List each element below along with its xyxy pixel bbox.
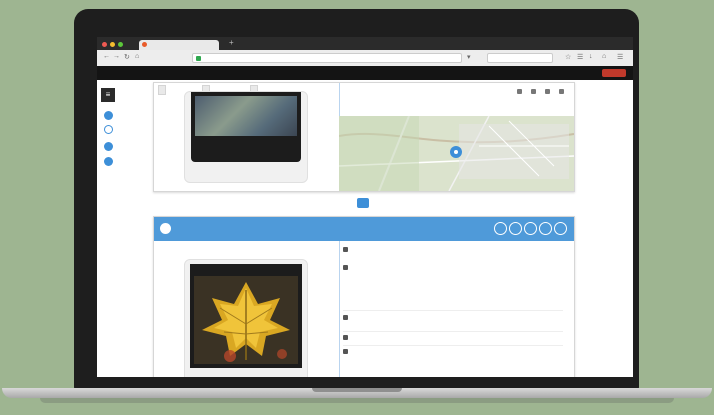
laptop-notch (312, 388, 402, 392)
tab-favicon-icon (142, 42, 147, 47)
app-header (97, 66, 633, 80)
details-icon (343, 265, 348, 271)
location-icon (343, 315, 348, 321)
card-divider (339, 241, 340, 377)
home-icon[interactable]: ⌂ (135, 53, 139, 60)
map-close-icon[interactable] (559, 89, 564, 94)
dropdown-icon[interactable]: ▾ (467, 53, 471, 61)
camera-icon (343, 247, 348, 253)
download-icon[interactable]: ↓ (589, 53, 593, 60)
laptop-screen: + ← → ↻ ⌂ ▾ ☆ ☰ ↓ ⌂ ☰ ≡ (97, 37, 633, 377)
leaf-photo[interactable] (190, 264, 302, 368)
detail-card (153, 216, 575, 377)
share-action-icon[interactable] (509, 222, 522, 235)
meta-row-4 (343, 335, 351, 341)
back-icon[interactable]: ← (103, 53, 110, 60)
browser-toolbar: ← → ↻ ⌂ ▾ ☆ ☰ ↓ ⌂ ☰ (97, 50, 633, 67)
download-action-icon[interactable] (539, 222, 552, 235)
home-page-icon[interactable]: ⌂ (602, 53, 606, 60)
street-photo[interactable] (195, 96, 297, 136)
photo-preview (184, 91, 308, 183)
forward-icon[interactable]: → (113, 53, 120, 60)
reading-list-icon[interactable]: ☰ (577, 53, 583, 61)
map-fullscreen-icon[interactable] (517, 89, 522, 94)
photo-viewer (191, 92, 301, 162)
tag-icon (343, 335, 348, 341)
window-controls (102, 42, 123, 47)
address-bar[interactable] (192, 53, 462, 63)
location-map[interactable] (339, 116, 574, 191)
meta-row-3 (343, 315, 351, 321)
minimize-window-icon[interactable] (110, 42, 115, 47)
lock-icon (196, 56, 201, 61)
meta-row-1 (343, 247, 351, 253)
close-window-icon[interactable] (102, 42, 107, 47)
laptop-shadow (40, 398, 674, 403)
toolbar-button-1[interactable] (158, 85, 166, 95)
header-action-button[interactable] (602, 69, 626, 77)
edit-action-icon[interactable] (494, 222, 507, 235)
meta-row-5 (343, 349, 351, 355)
expand-button[interactable] (357, 198, 369, 208)
leaf-photo-viewer (190, 264, 302, 368)
close-action-icon[interactable] (554, 222, 567, 235)
link-icon (343, 349, 348, 355)
new-tab-icon[interactable]: + (229, 38, 234, 47)
sidebar-share-icon[interactable] (104, 157, 113, 166)
browser-search-box[interactable] (487, 53, 553, 63)
map-layers-icon[interactable] (531, 89, 536, 94)
reload-icon[interactable]: ↻ (124, 53, 130, 61)
meta-separator (343, 345, 563, 346)
bookmark-icon[interactable]: ☆ (565, 53, 571, 61)
browser-menu-icon[interactable]: ☰ (617, 53, 623, 61)
detail-card-header (154, 217, 574, 241)
browser-tab-bar: + (97, 37, 633, 50)
map-share-icon[interactable] (545, 89, 550, 94)
info-action-icon[interactable] (524, 222, 537, 235)
sidebar-home-icon[interactable] (104, 111, 113, 120)
leaf-photo-preview (184, 259, 308, 377)
maximize-window-icon[interactable] (118, 42, 123, 47)
map-graphic (339, 116, 574, 191)
browser-tab[interactable] (139, 40, 219, 50)
meta-separator (343, 310, 563, 311)
sidebar-help-icon[interactable] (104, 142, 113, 151)
meta-separator (343, 331, 563, 332)
meta-row-2 (343, 265, 351, 271)
sidebar-edit-icon[interactable] (104, 125, 113, 134)
sidebar-toggle-button[interactable]: ≡ (101, 88, 115, 102)
card-back-icon[interactable] (160, 223, 171, 234)
photo-card (153, 82, 575, 192)
